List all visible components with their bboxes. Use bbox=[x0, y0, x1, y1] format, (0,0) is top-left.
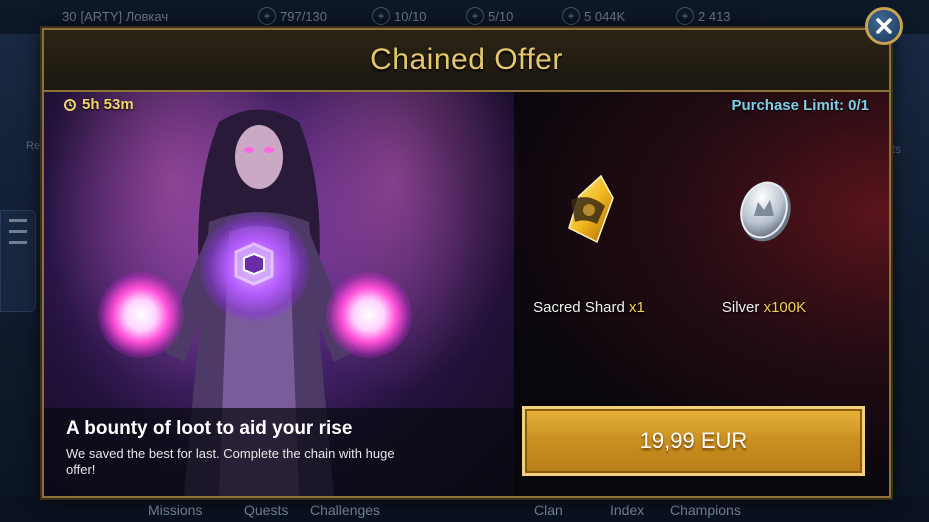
magic-orb-left bbox=[98, 272, 184, 358]
plus-icon: + bbox=[676, 7, 694, 25]
player-info: 30 [ARTY] Ловкач bbox=[62, 6, 168, 26]
reward-label: Sacred Shard x1 bbox=[533, 299, 645, 316]
silver-coin-icon bbox=[740, 181, 791, 242]
nav-champions: Champions bbox=[670, 502, 741, 518]
resource-tag-tokens: + 5/10 bbox=[466, 6, 513, 26]
nav-missions: Missions bbox=[148, 502, 203, 518]
purchase-limit: Purchase Limit: 0/1 bbox=[731, 97, 869, 114]
timer-text: 5h 53m bbox=[82, 96, 134, 113]
sacred-shard-icon bbox=[568, 174, 614, 244]
menu-icon bbox=[0, 210, 36, 312]
mystery-cube-icon bbox=[234, 242, 274, 286]
plus-icon: + bbox=[562, 7, 580, 25]
nav-quests: Quests bbox=[244, 502, 289, 518]
magic-orb-right bbox=[326, 272, 412, 358]
buy-button[interactable]: 19,99 EUR bbox=[522, 406, 865, 476]
modal-header: Chained Offer bbox=[44, 30, 889, 92]
plus-icon: + bbox=[372, 7, 390, 25]
chained-offer-modal: Chained Offer 5h 53m Purchase Limit: 0/1… bbox=[42, 28, 891, 498]
bottom-navigation: Missions Quests Challenges Clan Index Ch… bbox=[0, 496, 929, 522]
reward-silver[interactable]: Silver x100K bbox=[689, 170, 839, 316]
reward-sacred-shard[interactable]: Sacred Shard x1 bbox=[514, 170, 664, 316]
nav-challenges: Challenges bbox=[310, 502, 381, 518]
plus-icon: + bbox=[466, 7, 484, 25]
plus-icon: + bbox=[258, 7, 276, 25]
reward-label: Silver x100K bbox=[721, 299, 807, 316]
nav-index: Index bbox=[610, 502, 645, 518]
clock-icon bbox=[64, 98, 76, 111]
offer-timer: 5h 53m bbox=[64, 96, 134, 113]
player-name: [ARTY] Ловкач bbox=[80, 8, 169, 24]
offer-description-panel: A bounty of loot to aid your rise We sav… bbox=[44, 408, 514, 496]
nav-clan: Clan bbox=[534, 502, 563, 518]
resource-arena-tokens: + 10/10 bbox=[372, 6, 427, 26]
close-button[interactable] bbox=[865, 7, 903, 45]
background-right-label: ts bbox=[891, 142, 901, 156]
offer-description: We saved the best for last. Complete the… bbox=[66, 446, 395, 477]
price-label: 19,99 EUR bbox=[639, 428, 748, 453]
offer-title: A bounty of loot to aid your rise bbox=[66, 418, 353, 439]
player-level: 30 bbox=[62, 8, 77, 24]
resource-gems: + 2 413 bbox=[676, 6, 731, 26]
resource-energy: + 797/130 bbox=[258, 6, 327, 26]
resource-silver: + 5 044K bbox=[562, 6, 625, 26]
close-icon bbox=[876, 18, 892, 34]
modal-title: Chained Offer bbox=[370, 43, 563, 76]
offer-content: 5h 53m Purchase Limit: 0/1 Sacred Shard … bbox=[44, 92, 889, 496]
